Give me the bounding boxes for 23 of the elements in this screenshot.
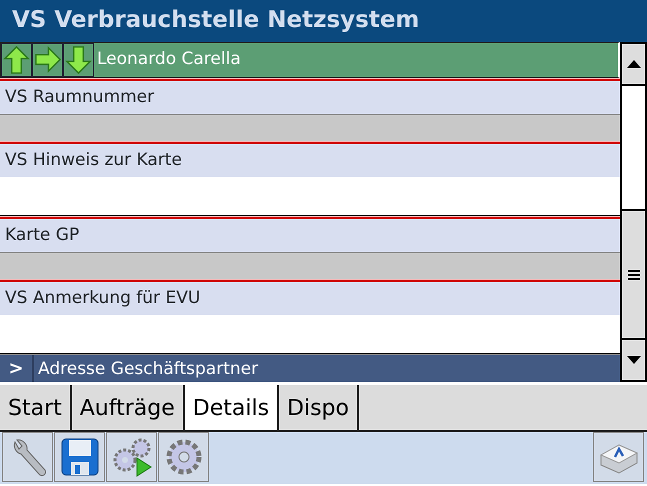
arrow-right-button[interactable] — [32, 43, 63, 77]
arrow-up-button[interactable] — [1, 43, 32, 77]
tab[interactable]: Details — [184, 385, 280, 430]
keyboard-key-button[interactable] — [593, 432, 644, 482]
gears-play-icon — [110, 436, 152, 478]
arrow-down-icon — [64, 44, 93, 76]
section-title: Adresse Geschäftspartner — [37, 358, 258, 380]
arrow-up-icon — [2, 44, 31, 76]
window-title: VS Verbrauchstelle Netzsystem — [0, 0, 647, 42]
field-label: VS Anmerkung für EVU — [0, 282, 620, 314]
floppy-disk-button[interactable] — [54, 432, 105, 482]
field-label: VS Hinweis zur Karte — [0, 144, 620, 176]
record-name: Leonardo Carella — [96, 48, 241, 72]
field-label: Karte GP — [0, 218, 620, 252]
up-triangle-icon — [626, 59, 642, 69]
arrow-down-button[interactable] — [63, 43, 94, 77]
wrench-button[interactable] — [2, 432, 53, 482]
grip-icon — [628, 270, 640, 280]
arrow-right-icon — [33, 44, 62, 76]
gear-button[interactable] — [158, 432, 209, 482]
down-triangle-icon — [626, 355, 642, 365]
scrollbar[interactable] — [620, 42, 647, 382]
field-label: VS Raumnummer — [0, 80, 620, 114]
